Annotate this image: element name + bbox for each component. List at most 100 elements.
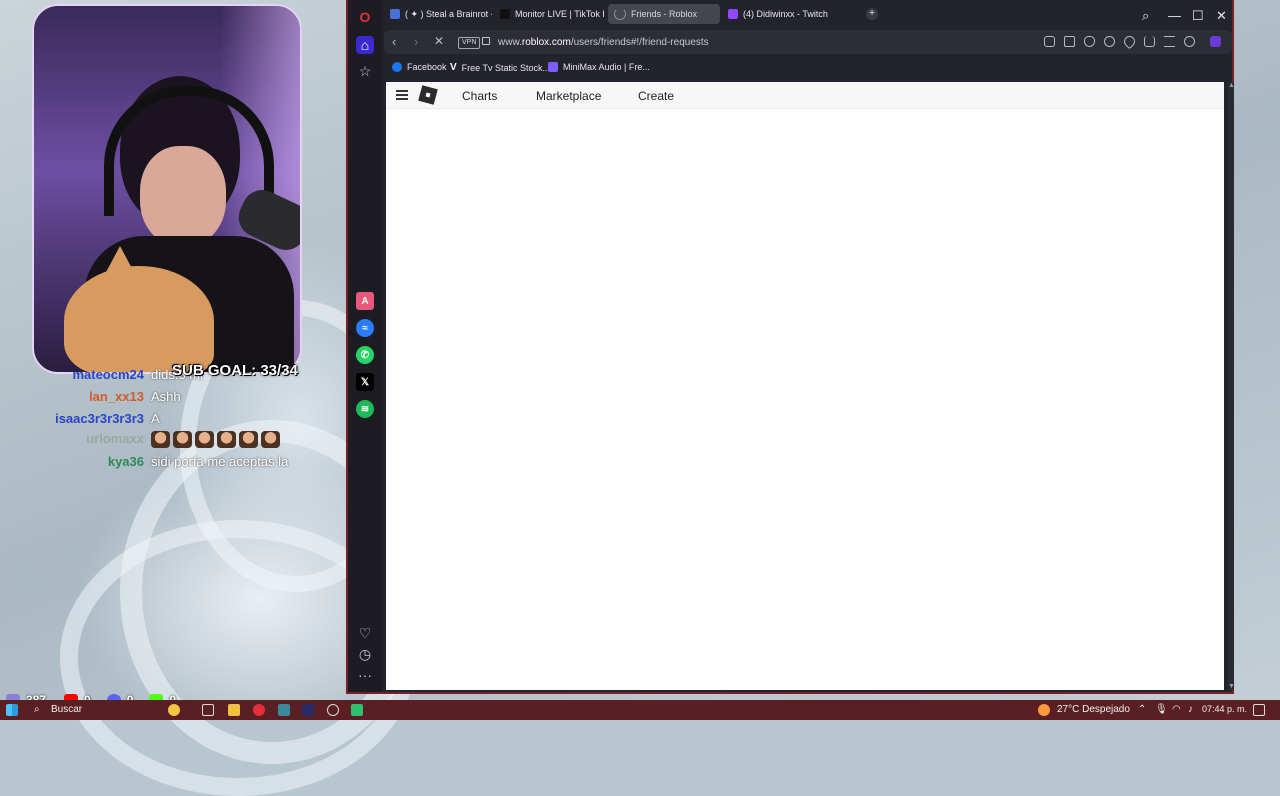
nav-create[interactable]: Create: [638, 89, 674, 103]
bookmark-facebook[interactable]: Facebook: [392, 62, 447, 72]
nav-charts[interactable]: Charts: [462, 89, 497, 103]
search-icon[interactable]: ⌕: [34, 704, 40, 715]
chat-text: A: [151, 411, 160, 426]
tab-label: (4) Didiwinxx - Twitch: [743, 9, 828, 19]
tab[interactable]: (4) Didiwinxx - Twitch: [722, 4, 832, 24]
chat-text: Ashh: [151, 389, 181, 404]
tab-label: Friends - Roblox: [631, 9, 698, 19]
forward-button[interactable]: ›: [414, 34, 418, 49]
chat-username: lan_xx13: [89, 389, 144, 404]
tiktok-favicon-icon: [500, 9, 510, 19]
opera-icon[interactable]: [253, 704, 265, 716]
roblox-top-nav: Charts Marketplace Create: [386, 82, 1224, 109]
sparkle-icon[interactable]: [168, 704, 180, 716]
emote-icon: [239, 431, 258, 449]
bookmark-label: Free Tv Static Stock...: [461, 62, 551, 73]
taskbar-search[interactable]: Buscar: [51, 704, 82, 715]
twitch-favicon-icon: [728, 9, 738, 19]
roblox-logo-icon[interactable]: [418, 85, 438, 105]
stop-loading-button[interactable]: ✕: [434, 34, 444, 48]
webcam-overlay: [32, 4, 302, 374]
spotify-icon[interactable]: ≋: [356, 400, 374, 418]
chat-emotes: [151, 431, 283, 449]
browser-window: O ⌂ ☆ A ≈ ✆ 𝕏 ≋ ♡ ◷ ··· ( ✦ ) Steal a Br…: [346, 0, 1235, 694]
bookmark-label: MiniMax Audio | Fre...: [563, 62, 650, 72]
back-button[interactable]: ‹: [392, 34, 396, 49]
scroll-down-icon[interactable]: ▼: [1228, 683, 1235, 690]
volume-icon[interactable]: ♪: [1188, 704, 1193, 715]
chevron-up-icon[interactable]: ⌃: [1138, 704, 1146, 715]
whatsapp-icon[interactable]: ✆: [356, 346, 374, 364]
opera-logo-icon[interactable]: O: [356, 8, 374, 26]
history-icon[interactable]: ◷: [356, 645, 374, 663]
heart-icon[interactable]: [1121, 33, 1138, 50]
windows-start-icon[interactable]: [6, 704, 18, 716]
cat: [64, 246, 214, 372]
weather-text[interactable]: 27°C Despejado: [1057, 704, 1130, 715]
chat-username: isaac3r3r3r3r3: [55, 411, 144, 426]
chat-username: kya36: [107, 454, 144, 469]
tab[interactable]: Monitor LIVE | TikTok LIVE: [494, 4, 604, 24]
heart-icon[interactable]: ♡: [356, 624, 374, 642]
star-icon[interactable]: ☆: [356, 62, 374, 80]
download-icon[interactable]: [1144, 36, 1155, 47]
web-page: Charts Marketplace Create: [386, 82, 1224, 690]
nav-marketplace[interactable]: Marketplace: [536, 89, 601, 103]
bookmark-minimax-audio[interactable]: MiniMax Audio | Fre...: [548, 62, 650, 72]
url-field[interactable]: www.roblox.com/users/friends#!/friend-re…: [498, 37, 709, 48]
play-icon[interactable]: [1104, 36, 1115, 47]
bookmarks-bar: Facebook V Free Tv Static Stock... MiniM…: [384, 58, 1232, 78]
app-icon[interactable]: A: [356, 292, 374, 310]
emote-icon: [195, 431, 214, 449]
extension-icon[interactable]: [1210, 36, 1221, 47]
close-button[interactable]: ✕: [1216, 8, 1227, 24]
bookmark-free-tv-static[interactable]: V Free Tv Static Stock...: [450, 62, 550, 73]
shield-icon[interactable]: [1084, 36, 1095, 47]
emote-icon: [151, 431, 170, 449]
more-icon[interactable]: ···: [356, 666, 374, 684]
camera-icon[interactable]: [1064, 36, 1075, 47]
sub-goal-label: SUB GOAL: 33/34: [172, 362, 298, 379]
address-bar: ‹ › ✕ VPN www.roblox.com/users/friends#!…: [384, 30, 1232, 54]
chat-username: mateocm24: [72, 367, 144, 382]
v-logo-icon: V: [450, 62, 457, 73]
wifi-icon[interactable]: ◠: [1172, 704, 1181, 715]
maximize-button[interactable]: ☐: [1192, 8, 1204, 24]
ae-icon[interactable]: [302, 704, 314, 716]
page-scrollbar[interactable]: ▲ ▼: [1228, 82, 1235, 690]
file-explorer-icon[interactable]: [228, 704, 240, 716]
task-view-icon[interactable]: [202, 704, 214, 716]
obs-icon[interactable]: [327, 704, 339, 716]
chat-text: sidi porfa me aceptas la: [151, 454, 289, 469]
notifications-icon[interactable]: [1253, 704, 1265, 716]
emote-icon: [261, 431, 280, 449]
weather-icon[interactable]: [1038, 704, 1050, 716]
minimax-icon: [548, 62, 558, 72]
tab-label: Monitor LIVE | TikTok LIVE: [515, 9, 604, 19]
messenger-icon[interactable]: ≈: [356, 319, 374, 337]
home-icon[interactable]: ⌂: [356, 36, 374, 54]
scroll-up-icon[interactable]: ▲: [1228, 82, 1235, 89]
vpn-badge[interactable]: VPN: [458, 37, 481, 49]
new-tab-button[interactable]: +: [866, 8, 878, 20]
minimize-button[interactable]: —: [1168, 8, 1181, 23]
x-icon[interactable]: 𝕏: [356, 373, 374, 391]
app-icon[interactable]: [278, 704, 290, 716]
facebook-icon: [392, 62, 402, 72]
edit-icon[interactable]: [1044, 36, 1055, 47]
browser-sidebar: O ⌂ ☆ A ≈ ✆ 𝕏 ≋ ♡ ◷ ···: [348, 0, 382, 692]
tab[interactable]: ( ✦ ) Steal a Brainrot - Rob: [384, 4, 492, 24]
microphone-icon[interactable]: 🎙: [1155, 704, 1168, 715]
tab-active[interactable]: Friends - Roblox: [608, 4, 720, 24]
menu-icon[interactable]: [1164, 36, 1175, 47]
chat-username: urlomaxx: [86, 431, 144, 446]
app-icon[interactable]: [351, 704, 363, 716]
emote-icon: [217, 431, 236, 449]
roblox-favicon-icon: [390, 9, 400, 19]
chat-message: lan_xx13 Ashh: [0, 389, 340, 411]
search-tabs-icon[interactable]: ⌕: [1142, 8, 1149, 24]
hamburger-menu-icon[interactable]: [396, 90, 408, 100]
clock[interactable]: 07:44 p. m.: [1202, 704, 1247, 714]
lock-icon[interactable]: [482, 37, 490, 45]
profile-icon[interactable]: [1184, 36, 1195, 47]
